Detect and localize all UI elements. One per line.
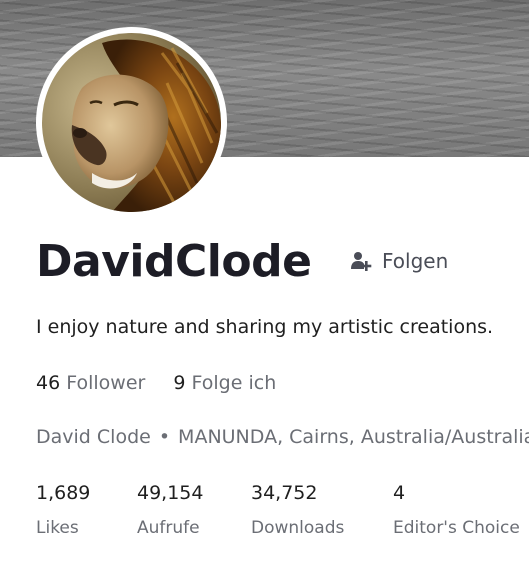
add-user-icon <box>350 249 374 273</box>
profile-meta: David Clode • MANUNDA, Cairns, Australia/A… <box>36 426 529 448</box>
stat-label: Likes <box>36 518 79 538</box>
location: MANUNDA, Cairns, Australia/Australia <box>178 426 529 448</box>
stat-value: 34,752 <box>251 482 318 504</box>
following-link[interactable]: 9 Folge ich <box>173 372 276 394</box>
stat-likes: 1,689 Likes <box>36 481 90 539</box>
stat-editors-choice: 4 Editor's Choice <box>393 481 520 539</box>
full-name: David Clode <box>36 426 151 448</box>
username: DavidClode <box>36 236 312 287</box>
stat-downloads: 34,752 Downloads <box>251 481 344 539</box>
stat-label: Editor's Choice <box>393 518 520 538</box>
stat-label: Aufrufe <box>137 518 200 538</box>
follower-count: 46 <box>36 372 61 394</box>
lion-avatar-image <box>42 33 221 212</box>
following-label: Folge ich <box>191 372 277 394</box>
follower-label: Follower <box>66 372 146 394</box>
separator-dot: • <box>158 426 171 448</box>
stat-value: 49,154 <box>137 482 204 504</box>
stat-views: 49,154 Aufrufe <box>137 481 203 539</box>
stat-value: 4 <box>393 482 406 504</box>
stat-value: 1,689 <box>36 482 91 504</box>
follow-button[interactable]: Folgen <box>350 243 448 279</box>
stat-label: Downloads <box>251 518 345 538</box>
follow-button-label: Folgen <box>382 249 449 273</box>
bio: I enjoy nature and sharing my artistic c… <box>36 316 494 338</box>
avatar[interactable] <box>42 33 221 212</box>
followers-link[interactable]: 46 Follower <box>36 372 145 394</box>
following-count: 9 <box>173 372 186 394</box>
follow-stats: 46 Follower 9 Folge ich <box>36 372 298 394</box>
